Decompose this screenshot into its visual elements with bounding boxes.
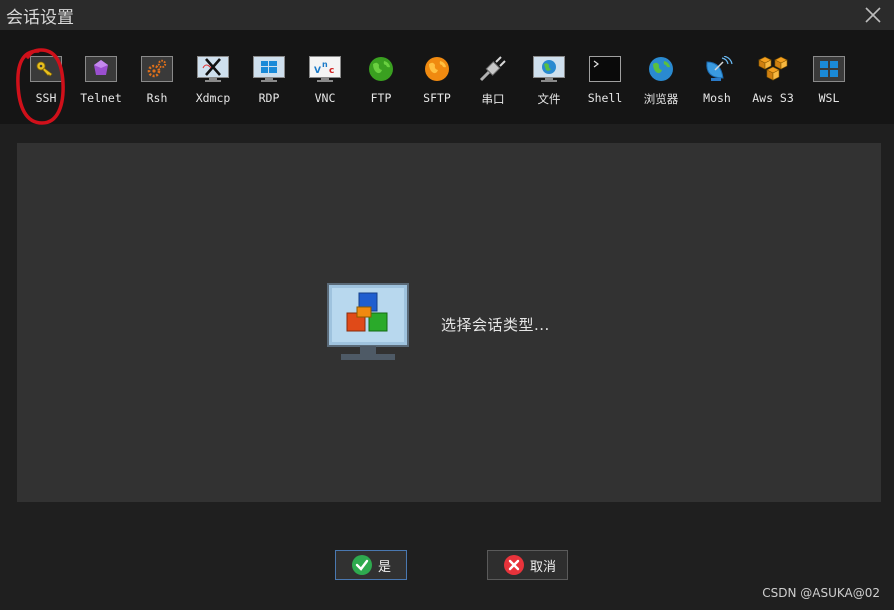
tool-wsl[interactable]: WSL xyxy=(801,54,857,110)
session-type-toolbar: SSH Telnet Rsh Xdmcp RDP V n c VNC FTP S… xyxy=(0,30,894,124)
plug-icon xyxy=(479,56,506,82)
ok-button-label: 是 xyxy=(378,559,392,575)
check-icon xyxy=(352,555,372,575)
session-cubes-monitor-icon xyxy=(327,283,409,360)
green-globe-icon xyxy=(369,57,393,81)
cancel-button-label: 取消 xyxy=(530,559,557,575)
windows-monitor-icon xyxy=(253,56,285,82)
svg-text:n: n xyxy=(322,60,328,69)
file-monitor-icon xyxy=(533,56,565,82)
cancel-icon xyxy=(504,555,524,575)
title-bar: 会话设置 xyxy=(0,0,894,30)
terminal-icon xyxy=(589,56,621,82)
orange-globe-icon xyxy=(425,57,449,81)
svg-text:V: V xyxy=(314,66,321,76)
watermark: CSDN @ASUKA@02 xyxy=(762,586,880,600)
globe-icon xyxy=(649,57,673,81)
tool-label: WSL xyxy=(818,91,840,105)
cancel-button[interactable]: 取消 xyxy=(487,550,568,580)
x-monitor-icon xyxy=(197,56,229,82)
gem-icon xyxy=(85,56,117,82)
window-title: 会话设置 xyxy=(6,8,74,28)
session-settings-panel: 选择会话类型... xyxy=(17,143,881,502)
close-icon[interactable] xyxy=(862,4,884,26)
ok-button[interactable]: 是 xyxy=(335,550,407,580)
placeholder-text: 选择会话类型... xyxy=(441,316,550,334)
aws-cubes-icon xyxy=(758,56,788,81)
svg-text:c: c xyxy=(329,66,334,76)
gears-icon xyxy=(141,56,173,82)
vnc-monitor-icon: V n c xyxy=(309,56,341,82)
satellite-dish-icon xyxy=(706,56,733,81)
key-icon xyxy=(30,56,62,82)
windows-logo-icon xyxy=(813,56,845,82)
